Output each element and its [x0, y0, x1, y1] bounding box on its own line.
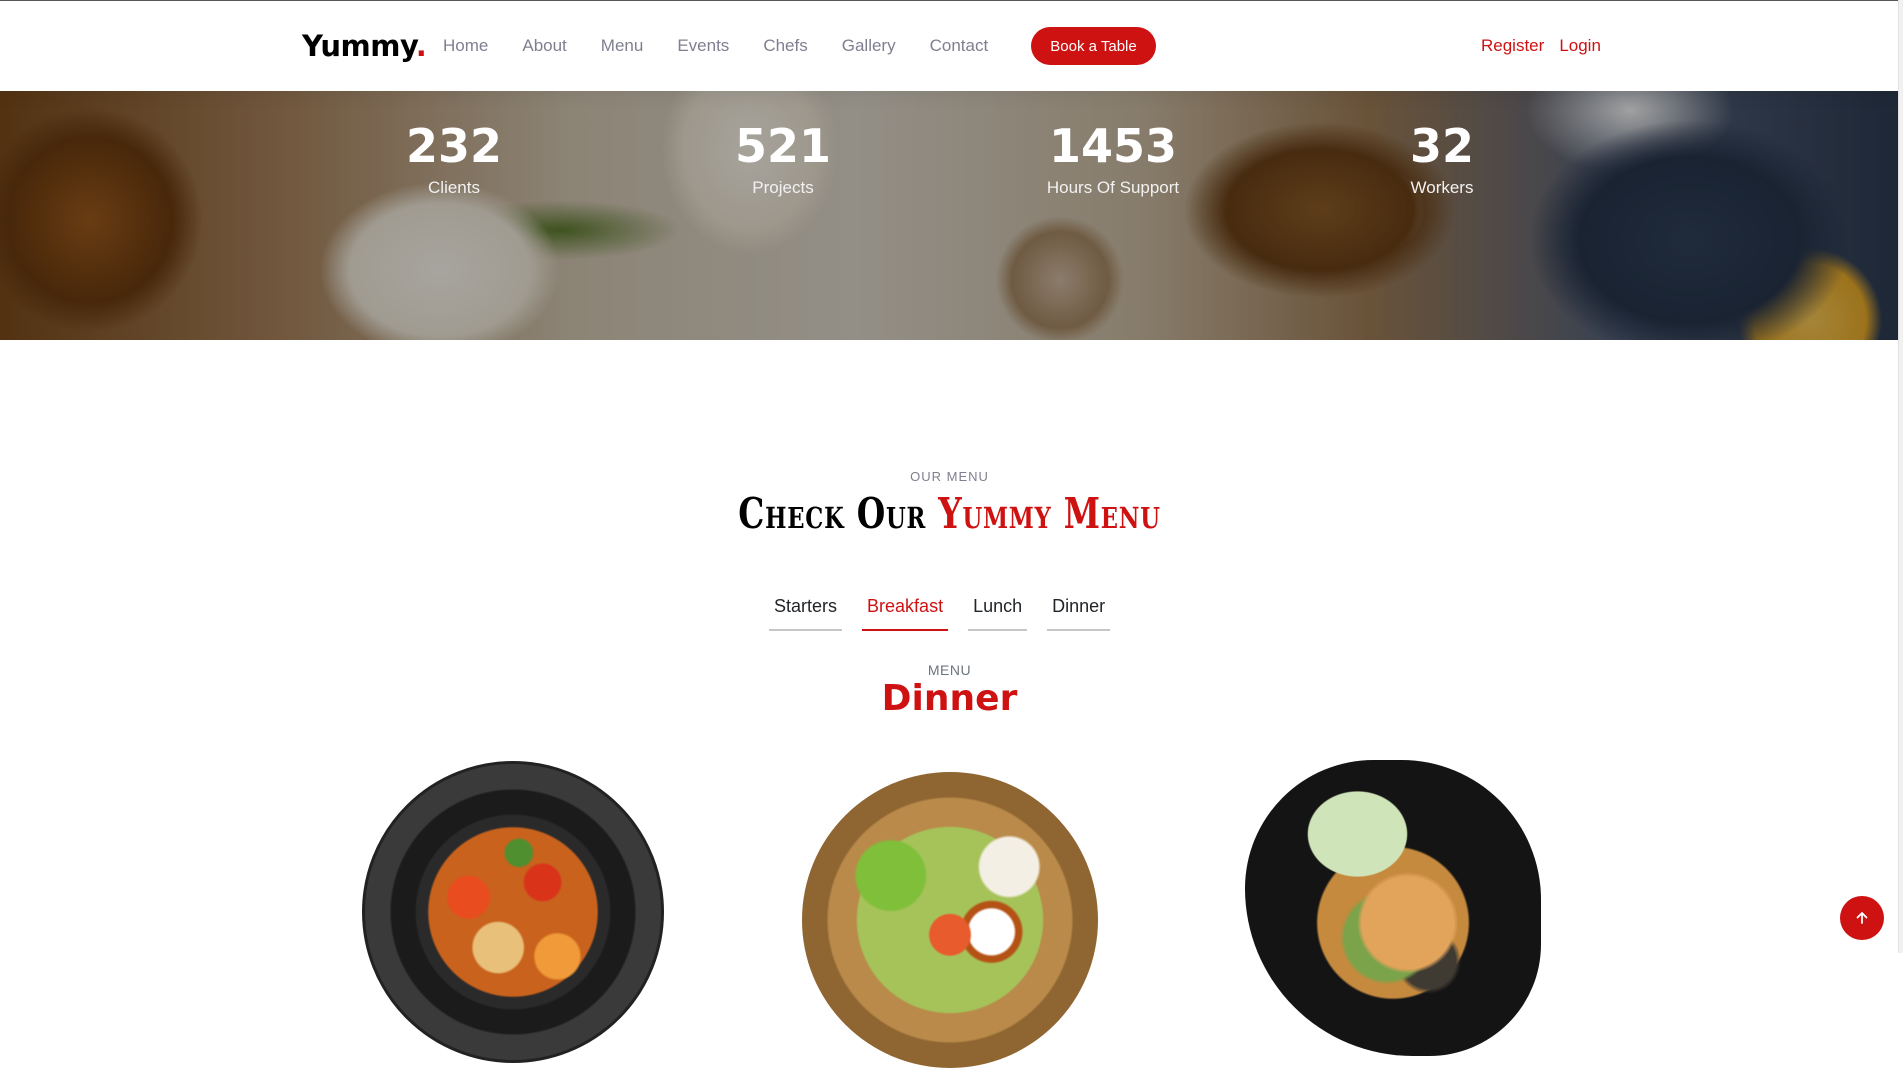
site-header: Yummy. Home About Menu Events Chefs Gall…: [0, 0, 1899, 91]
menu-label: MENU: [927, 662, 972, 678]
auth-links: Register Login: [1481, 36, 1601, 56]
nav-chefs[interactable]: Chefs: [763, 36, 807, 56]
dish-image[interactable]: [802, 772, 1098, 1068]
tab-lunch[interactable]: Lunch: [968, 594, 1028, 631]
menu-tabs: Starters Breakfast Lunch Dinner: [769, 594, 1111, 631]
stat-value: 521: [734, 119, 832, 173]
stat-label: Workers: [1410, 178, 1474, 197]
nav-events[interactable]: Events: [677, 36, 729, 56]
stat-label: Clients: [428, 178, 480, 197]
stat-label: Hours Of Support: [1046, 178, 1180, 197]
stat-workers: 32 Workers: [1312, 120, 1572, 198]
stat-value: 1453: [1048, 119, 1178, 173]
stat-hours: 1453 Hours Of Support: [983, 120, 1243, 198]
stat-label: Projects: [752, 178, 814, 197]
nav-about[interactable]: About: [522, 36, 566, 56]
stat-value: 32: [1409, 119, 1474, 173]
nav-gallery[interactable]: Gallery: [842, 36, 896, 56]
section-title-accent: Yummy Menu: [938, 489, 1161, 538]
section-eyebrow: OUR MENU: [910, 469, 989, 484]
nav-home[interactable]: Home: [443, 36, 488, 56]
dish-image[interactable]: [1245, 760, 1541, 1056]
menu-heading: Dinner: [881, 678, 1018, 719]
tab-starters[interactable]: Starters: [769, 594, 843, 631]
register-link[interactable]: Register: [1481, 36, 1544, 56]
section-title-plain: Check Our: [738, 489, 927, 538]
logo[interactable]: Yummy.: [302, 29, 427, 63]
dish-image[interactable]: [362, 761, 664, 1063]
tab-dinner[interactable]: Dinner: [1047, 594, 1111, 631]
arrow-up-icon: [1856, 912, 1868, 924]
section-title: Check Our Yummy Menu: [209, 489, 1690, 538]
back-to-top-button[interactable]: [1840, 896, 1884, 940]
tab-breakfast[interactable]: Breakfast: [862, 594, 949, 631]
stat-value: 232: [405, 119, 503, 173]
stat-clients: 232 Clients: [324, 120, 584, 198]
main-nav: Home About Menu Events Chefs Gallery Con…: [443, 36, 1022, 56]
login-link[interactable]: Login: [1559, 36, 1601, 56]
logo-text: Yummy: [302, 29, 416, 63]
nav-contact[interactable]: Contact: [930, 36, 989, 56]
stat-projects: 521 Projects: [653, 120, 913, 198]
book-table-button[interactable]: Book a Table: [1031, 27, 1156, 65]
logo-dot: .: [415, 29, 427, 63]
page-scrollbar[interactable]: [1898, 0, 1903, 953]
stats-section: 232 Clients 521 Projects 1453 Hours Of S…: [0, 90, 1899, 340]
nav-menu[interactable]: Menu: [601, 36, 644, 56]
